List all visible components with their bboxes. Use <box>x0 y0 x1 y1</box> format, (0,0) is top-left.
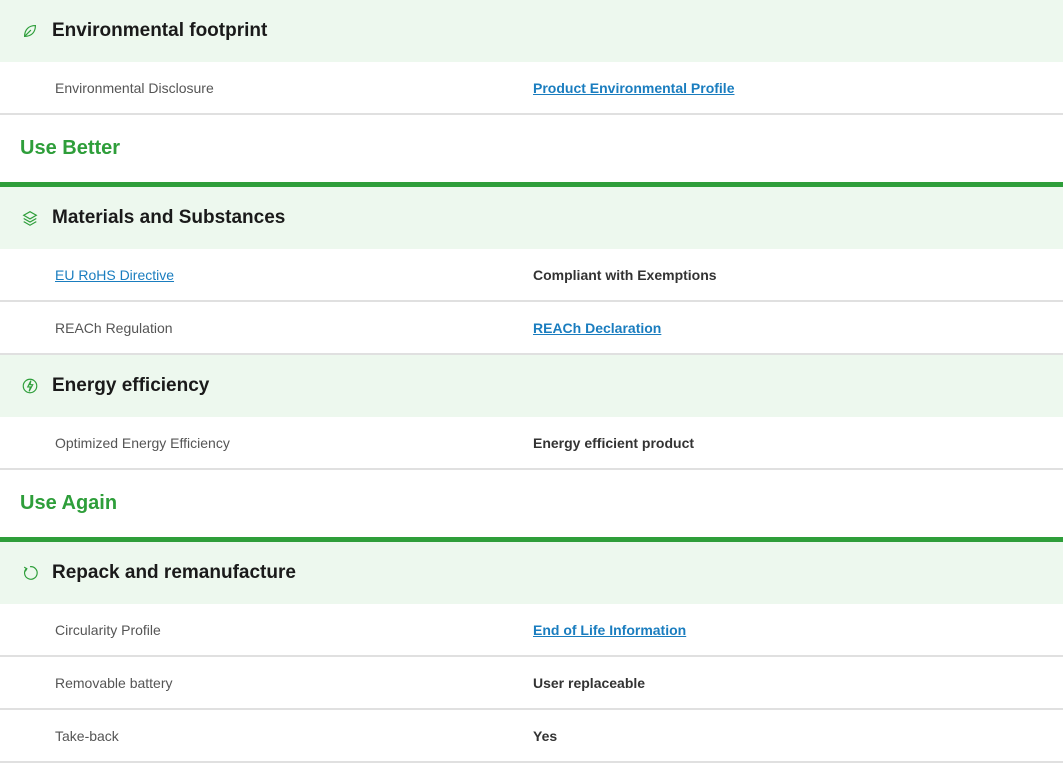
category-repack-remanufacture: Repack and remanufacture <box>0 542 1063 604</box>
table-row: Removable battery User replaceable <box>0 657 1063 710</box>
energy-leaf-icon <box>20 376 40 396</box>
category-materials-substances: Materials and Substances <box>0 187 1063 249</box>
row-value: Energy efficient product <box>533 434 695 451</box>
category-title: Energy efficiency <box>52 375 210 396</box>
row-value: User replaceable <box>533 674 646 691</box>
category-title: Repack and remanufacture <box>52 562 296 583</box>
refresh-icon <box>20 563 40 583</box>
table-row: REACh Regulation REACh Declaration <box>0 302 1063 355</box>
leaf-icon <box>20 21 40 41</box>
category-environmental-footprint: Environmental footprint <box>0 0 1063 62</box>
row-label: Circularity Profile <box>55 621 161 638</box>
row-label: Removable battery <box>55 674 173 691</box>
category-energy-efficiency: Energy efficiency <box>0 355 1063 417</box>
product-environmental-profile-link[interactable]: Product Environmental Profile <box>533 80 734 96</box>
row-value: Yes <box>533 727 558 744</box>
table-row: Take-back Yes <box>0 710 1063 763</box>
section-heading-use-again: Use Again <box>0 470 1063 542</box>
sustainability-page: Environmental footprint Environmental Di… <box>0 0 1063 763</box>
section-heading-use-better: Use Better <box>0 115 1063 187</box>
row-label: Environmental Disclosure <box>55 79 214 96</box>
category-title: Materials and Substances <box>52 207 286 228</box>
layers-icon <box>20 208 40 228</box>
category-title: Environmental footprint <box>52 20 268 41</box>
end-of-life-information-link[interactable]: End of Life Information <box>533 622 686 638</box>
table-row: Environmental Disclosure Product Environ… <box>0 62 1063 115</box>
row-label: REACh Regulation <box>55 319 173 336</box>
reach-declaration-link[interactable]: REACh Declaration <box>533 320 661 336</box>
row-value: Compliant with Exemptions <box>533 266 717 283</box>
row-label: Optimized Energy Efficiency <box>55 434 230 451</box>
eu-rohs-directive-link[interactable]: EU RoHS Directive <box>55 267 174 283</box>
row-label: Take-back <box>55 727 119 744</box>
table-row: Circularity Profile End of Life Informat… <box>0 604 1063 657</box>
table-row: Optimized Energy Efficiency Energy effic… <box>0 417 1063 470</box>
table-row: EU RoHS Directive Compliant with Exempti… <box>0 249 1063 302</box>
